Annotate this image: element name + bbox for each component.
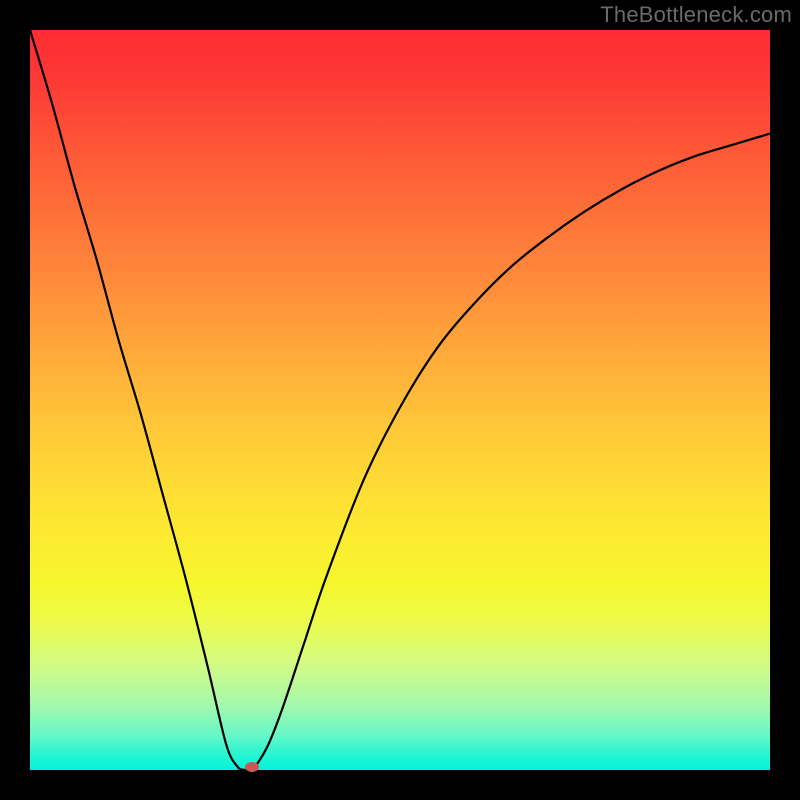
chart-frame: TheBottleneck.com: [0, 0, 800, 800]
curve-svg: [30, 30, 770, 770]
watermark-text: TheBottleneck.com: [600, 2, 792, 28]
min-marker: [245, 762, 259, 772]
plot-area: [30, 30, 770, 770]
bottleneck-curve: [30, 30, 770, 772]
